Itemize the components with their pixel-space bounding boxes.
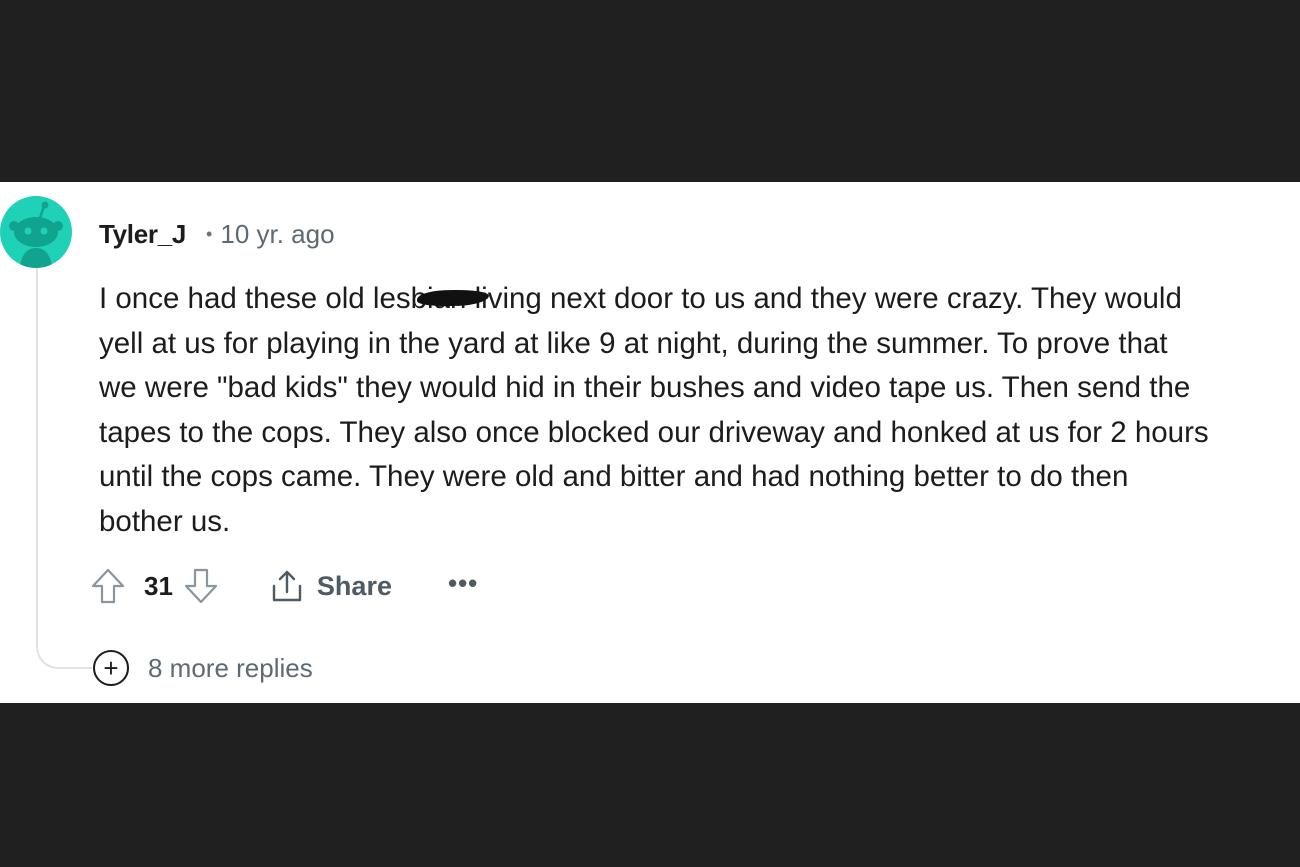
more-options-button[interactable]: ••• [448,570,478,602]
comment-body-line: we were "bad kids" they would hid in the… [99,371,1191,405]
comment-panel: Tyler_J • 10 yr. ago I once had these ol… [0,182,1300,703]
share-label: Share [316,570,392,601]
arrow-down-outline-icon [184,568,218,604]
comment-body-line: bother us. [99,504,231,538]
more-replies-label: 8 more replies [148,652,313,683]
comment-actions: 31 Share ••• [88,566,478,606]
comment-body-line-rest: living next door to us and they were cra… [474,282,1182,315]
comment-body-line: yell at us for playing in the yard at li… [99,326,1168,360]
comment-body-line: until the cops came. They were old and b… [99,460,1129,494]
arrow-up-outline-icon [91,568,125,604]
share-upload-icon [272,570,302,602]
share-button[interactable]: Share [269,568,392,604]
downvote-button[interactable] [181,566,221,606]
upvote-button[interactable] [88,566,128,606]
meta-separator: • [206,223,213,244]
top-dark-band [0,0,1300,182]
comment-body: I once had these old lesbian living next… [99,277,1299,545]
user-avatar[interactable] [0,196,72,268]
comment-body-line-start: I once had these old les [99,282,411,315]
comment-body-line: tapes to the cops. They also once blocke… [99,415,1209,449]
author-username[interactable]: Tyler_J [99,219,186,250]
comment-timestamp[interactable]: 10 yr. ago [220,219,334,250]
redacted-word: bian [411,277,489,322]
reddit-snoo-avatar-icon [0,196,72,268]
more-replies-button[interactable]: + 8 more replies [93,649,313,687]
bottom-dark-band [0,703,1300,867]
thread-line [36,268,92,669]
vote-count: 31 [144,570,173,601]
plus-circle-icon: + [93,650,129,686]
comment-meta: Tyler_J • 10 yr. ago [99,218,335,250]
comment-body-line: I once had these old lesbian living next… [99,277,1299,322]
